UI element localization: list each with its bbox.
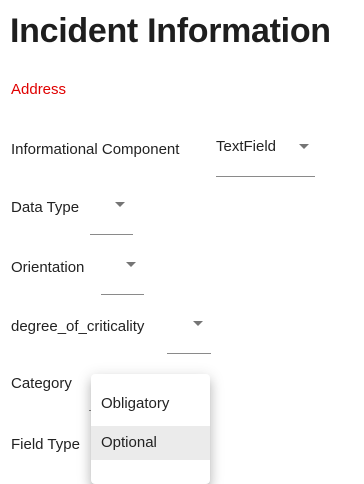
section-label-address: Address [11, 81, 67, 98]
chevron-down-icon [193, 321, 203, 326]
orientation-select[interactable] [101, 256, 144, 295]
field-label: degree_of_criticality [11, 318, 145, 335]
select-value: TextField [216, 138, 277, 155]
menu-option-obligatory[interactable]: Obligatory [91, 387, 210, 421]
menu-option-optional[interactable]: Optional [91, 426, 210, 460]
field-label: Orientation [11, 259, 85, 276]
category-dropdown-menu: Obligatory Optional [91, 374, 210, 484]
data-type-select[interactable] [90, 196, 133, 235]
field-label: Field Type [11, 436, 80, 453]
field-label: Informational Component [11, 141, 180, 158]
field-label: Data Type [11, 199, 80, 216]
page-title: Incident Information [10, 12, 331, 50]
field-label: Category [11, 375, 72, 392]
chevron-down-icon [115, 202, 125, 207]
informational-component-select[interactable]: TextField [216, 138, 315, 177]
chevron-down-icon [126, 262, 136, 267]
degree-of-criticality-select[interactable] [167, 315, 211, 354]
chevron-down-icon [299, 144, 309, 149]
